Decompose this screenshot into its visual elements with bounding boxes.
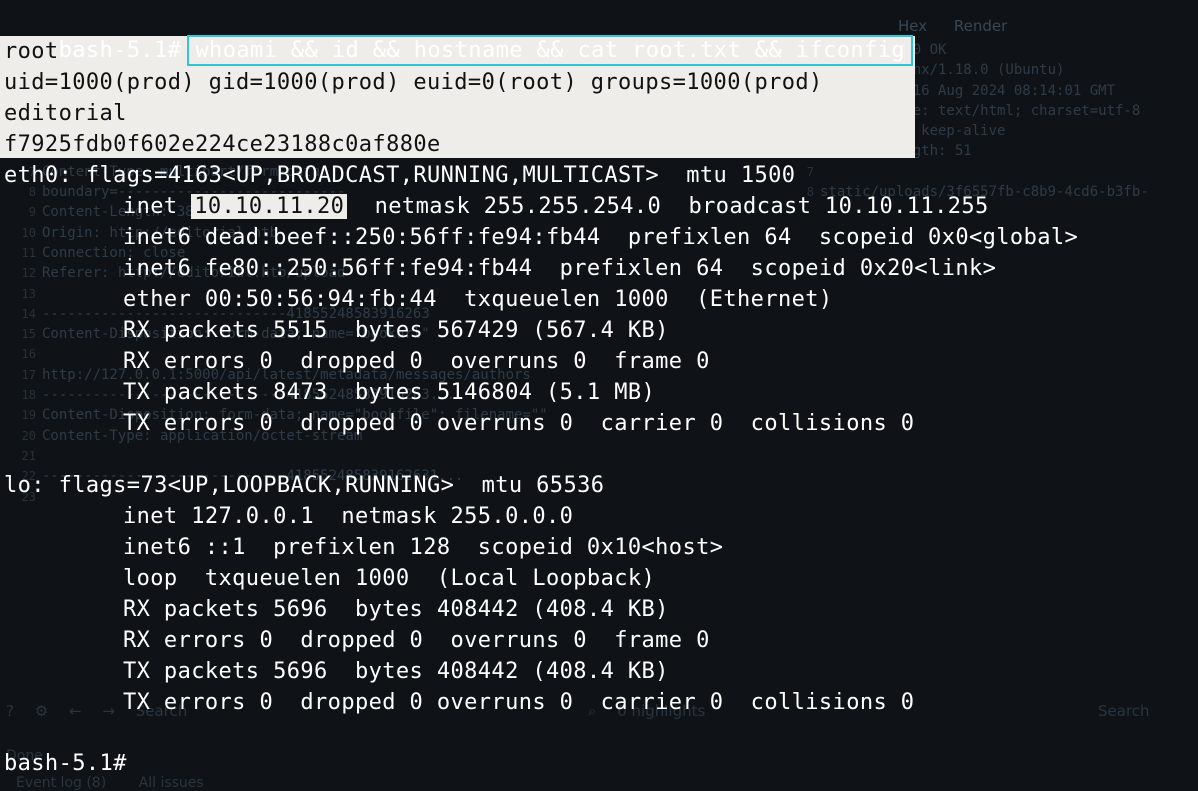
- lo-rx-packets: RX packets 5696 bytes 408442 (408.4 KB): [123, 597, 669, 622]
- shell-prompt: bash-5.1#: [58, 38, 182, 63]
- eth0-tx-errors: TX errors 0 dropped 0 overruns 0 carrier…: [123, 411, 915, 436]
- eth0-inet6-global: inet6 dead:beef::250:56ff:fe94:fb44 pref…: [123, 225, 1079, 250]
- eth0-rx-errors: RX errors 0 dropped 0 overruns 0 frame 0: [123, 349, 710, 374]
- terminal-window[interactable]: bash-5.1# whoami && id && hostname && cat…: [0, 0, 1198, 791]
- eth0-tx-packets: TX packets 8473 bytes 5146804 (5.1 MB): [123, 380, 656, 405]
- output-whoami: root: [4, 39, 59, 64]
- eth0-inet: inet 10.10.11.20 netmask 255.255.254.0 b…: [123, 191, 989, 222]
- lo-tx-errors: TX errors 0 dropped 0 overruns 0 carrier…: [123, 690, 915, 715]
- lo-inet6: inet6 ::1 prefixlen 128 scopeid 0x10<hos…: [123, 535, 724, 560]
- output-root-flag: f7925fdb0f602e224ce23188c0af880e: [4, 132, 441, 157]
- eth0-ether: ether 00:50:56:94:fb:44 txqueuelen 1000 …: [123, 287, 833, 312]
- final-prompt[interactable]: bash-5.1#: [4, 748, 127, 779]
- eth0-netmask: netmask 255.255.254.0 broadcast 10.10.11…: [347, 194, 989, 219]
- eth0-rx-packets: RX packets 5515 bytes 567429 (567.4 KB): [123, 318, 669, 343]
- lo-rx-errors: RX errors 0 dropped 0 overruns 0 frame 0: [123, 628, 710, 653]
- lo-header: lo: flags=73<UP,LOOPBACK,RUNNING> mtu 65…: [4, 473, 605, 498]
- lo-tx-packets: TX packets 5696 bytes 408442 (408.4 KB): [123, 659, 669, 684]
- eth0-inet-label: inet: [123, 194, 192, 219]
- command-line: bash-5.1# whoami && id && hostname && cat…: [4, 4, 913, 66]
- lo-inet: inet 127.0.0.1 netmask 255.0.0.0: [123, 504, 574, 529]
- output-hostname: editorial: [4, 101, 127, 126]
- lo-loop: loop txqueuelen 1000 (Local Loopback): [123, 566, 656, 591]
- eth0-ip-address: 10.10.11.20: [191, 194, 348, 219]
- eth0-header: eth0: flags=4163<UP,BROADCAST,RUNNING,MU…: [4, 163, 796, 188]
- command-input[interactable]: whoami && id && hostname && cat root.txt…: [187, 35, 913, 66]
- output-id: uid=1000(prod) gid=1000(prod) euid=0(roo…: [4, 70, 823, 95]
- eth0-inet6-link: inet6 fe80::250:56ff:fe94:fb44 prefixlen…: [123, 256, 997, 281]
